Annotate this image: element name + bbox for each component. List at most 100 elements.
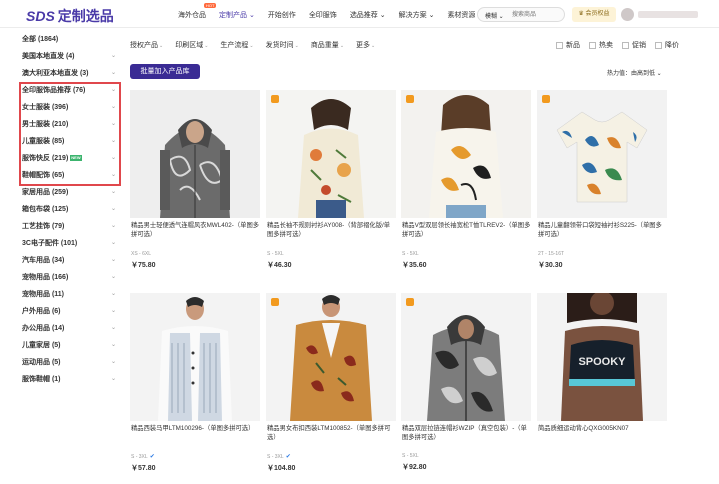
quick-checks: 新品 热卖 促销 降价 bbox=[556, 40, 688, 50]
product-price: ￥75.80 bbox=[131, 262, 156, 269]
sidebar-item-outdoor[interactable]: 户外用品 (6) ⌄ bbox=[22, 303, 122, 320]
product-price: ￥35.60 bbox=[402, 262, 427, 269]
sidebar-item-bags[interactable]: 箱包布袋 (125) ⌄ bbox=[22, 201, 122, 218]
checkbox[interactable] bbox=[655, 41, 662, 49]
product-card[interactable]: 精品V型双层领长袖宽松T恤TLREV2-（单图多拼可选） S - 5XL ￥35… bbox=[401, 90, 531, 270]
chevron-down-icon: ⌄ bbox=[249, 43, 254, 49]
product-sizes: 2T - 15-16T bbox=[538, 251, 565, 257]
sidebar-item-home[interactable]: 家居用品 (259) ⌄ bbox=[22, 184, 122, 201]
sidebar-item-sports[interactable]: 运动用品 (5) ⌄ bbox=[22, 354, 122, 371]
crown-icon: ♛ bbox=[578, 11, 584, 17]
sidebar-item-pet-2[interactable]: 宠物用品 (11) ⌄ bbox=[22, 286, 122, 303]
chevron-down-icon: ⌄ bbox=[159, 43, 164, 49]
annotation-highlight-box bbox=[19, 82, 121, 186]
product-image[interactable] bbox=[130, 90, 260, 218]
product-title[interactable]: 精品儿童翻领带口袋短袖衬衫S225-（单图多拼可选） bbox=[537, 221, 667, 239]
sponsored-badge-icon bbox=[406, 95, 414, 103]
filter-more[interactable]: 更多⌄ bbox=[356, 40, 375, 50]
check-hot[interactable]: 热卖 bbox=[589, 40, 613, 50]
product-image[interactable] bbox=[401, 293, 531, 421]
product-title[interactable]: 精品V型双层领长袖宽松T恤TLREV2-（单图多拼可选） bbox=[401, 221, 531, 239]
sidebar-item-us-local[interactable]: 美国本地直发 (4) ⌄ bbox=[22, 48, 122, 65]
top-nav: 海外仓品 HOT 定制产品 ⌄ 开始创作 全印服饰 选品推荐 ⌄ 解决方案 ⌄ … bbox=[178, 3, 496, 20]
product-card[interactable]: 精品双层拉链连帽衫WZIP（真空包装）-（单图多拼可选） S - 5XL ￥92… bbox=[401, 293, 531, 472]
product-title[interactable]: 精品长袖不规则衬衫AY008-（背部褶化版/单图多拼可选） bbox=[266, 221, 396, 239]
product-card[interactable]: 精品男女布扣西装LTM100852-（单图多拼可选） S - 3XL ✔ ￥104… bbox=[266, 293, 396, 473]
chevron-down-icon: ⌄ bbox=[110, 291, 116, 297]
sidebar-item-auto[interactable]: 汽车用品 (34) ⌄ bbox=[22, 252, 122, 269]
avatar[interactable] bbox=[621, 8, 634, 21]
chevron-down-icon: ⌄ bbox=[110, 257, 116, 263]
sponsored-badge-icon bbox=[271, 298, 279, 306]
product-title[interactable]: 精品西装马甲LTM100296-（单图多拼可选） bbox=[130, 424, 260, 442]
product-card[interactable]: 精品西装马甲LTM100296-（单图多拼可选） S - 3XL ✔ ￥57.80 bbox=[130, 293, 260, 473]
search-scope-select[interactable]: 模糊 ⌄ bbox=[485, 11, 504, 20]
filter-print-area[interactable]: 印刷区域⌄ bbox=[175, 40, 208, 50]
filter-weight[interactable]: 商品重量⌄ bbox=[311, 40, 344, 50]
sidebar-item-au-local[interactable]: 澳大利亚本地直发 (3) ⌄ bbox=[22, 65, 122, 82]
sidebar-item-office[interactable]: 办公用品 (14) ⌄ bbox=[22, 320, 122, 337]
search-input[interactable] bbox=[512, 10, 560, 20]
checkbox[interactable] bbox=[556, 41, 563, 49]
product-image[interactable] bbox=[401, 90, 531, 218]
sidebar-item-all[interactable]: 全部 (1864) bbox=[22, 31, 122, 48]
batch-add-button[interactable]: 批量加入产品库 bbox=[130, 64, 200, 79]
product-image[interactable] bbox=[266, 293, 396, 421]
check-promo[interactable]: 促销 bbox=[622, 40, 646, 50]
hot-badge: HOT bbox=[204, 3, 217, 8]
product-image[interactable] bbox=[130, 293, 260, 421]
product-image[interactable] bbox=[537, 90, 667, 218]
sidebar-item-apparel-footwear[interactable]: 服饰鞋帽 (1) ⌄ bbox=[22, 371, 122, 388]
nav-overseas-warehouse[interactable]: 海外仓品 HOT bbox=[178, 3, 217, 20]
sidebar-item-3c[interactable]: 3C电子配件 (101) ⌄ bbox=[22, 235, 122, 252]
member-benefits-button[interactable]: ♛ 会员权益 bbox=[572, 7, 616, 22]
filter-production[interactable]: 生产流程⌄ bbox=[220, 40, 253, 50]
product-title[interactable]: 精品男士轻便透气连帽风衣MWL402-（单图多拼可选） bbox=[130, 221, 260, 239]
checkbox[interactable] bbox=[589, 41, 596, 49]
chevron-down-icon: ⌄ bbox=[110, 325, 116, 331]
chevron-down-icon: ⌄ bbox=[294, 43, 299, 49]
sidebar-item-crafts[interactable]: 工艺挂饰 (79) ⌄ bbox=[22, 218, 122, 235]
chevron-down-icon: ⌄ bbox=[110, 206, 116, 212]
filter-bar: 授权产品⌄ 印刷区域⌄ 生产流程⌄ 发货时间⌄ 商品重量⌄ 更多⌄ bbox=[130, 40, 387, 50]
product-price: ￥104.80 bbox=[267, 465, 296, 472]
product-sizes: S - 5XL bbox=[402, 453, 419, 459]
product-card[interactable]: 精品长袖不规则衬衫AY008-（背部褶化版/单图多拼可选） S - 5XL ￥4… bbox=[266, 90, 396, 270]
chevron-down-icon: ⌄ bbox=[110, 223, 116, 229]
product-card[interactable]: 精品男士轻便透气连帽风衣MWL402-（单图多拼可选） XS - 6XL ￥75… bbox=[130, 90, 260, 270]
product-sizes: S - 3XL ✔ bbox=[267, 454, 291, 460]
product-price: ￥92.80 bbox=[402, 464, 427, 471]
sponsored-badge-icon bbox=[271, 95, 279, 103]
nav-start-creating[interactable]: 开始创作 bbox=[268, 10, 296, 20]
product-title[interactable]: 精品双层拉链连帽衫WZIP（真空包装）-（单图多拼可选） bbox=[401, 424, 531, 442]
chevron-down-icon: ⌄ bbox=[110, 359, 116, 365]
nav-solutions[interactable]: 解决方案 ⌄ bbox=[399, 10, 435, 20]
sidebar-item-pet[interactable]: 宠物用品 (166) ⌄ bbox=[22, 269, 122, 286]
check-price-drop[interactable]: 降价 bbox=[655, 40, 679, 50]
search-bar: 模糊 ⌄ bbox=[477, 7, 565, 22]
chevron-down-icon: ⌄ bbox=[110, 308, 116, 314]
chevron-down-icon: ⌄ bbox=[371, 43, 376, 49]
nav-all-print-apparel[interactable]: 全印服饰 bbox=[309, 10, 337, 20]
product-card[interactable]: 精品儿童翻领带口袋短袖衬衫S225-（单图多拼可选） 2T - 15-16T ￥… bbox=[537, 90, 667, 270]
product-image-hooded-jacket bbox=[130, 90, 260, 218]
product-sizes: S - 5XL bbox=[402, 251, 419, 257]
filter-authorized[interactable]: 授权产品⌄ bbox=[130, 40, 163, 50]
product-image[interactable] bbox=[266, 90, 396, 218]
filter-ship-time[interactable]: 发货时间⌄ bbox=[266, 40, 299, 50]
site-logo[interactable]: SDS 定制选品 bbox=[26, 6, 114, 26]
sidebar-item-kids-home[interactable]: 儿童家居 (5) ⌄ bbox=[22, 337, 122, 354]
nav-recommendations[interactable]: 选品推荐 ⌄ bbox=[350, 10, 386, 20]
product-sizes: S - 3XL ✔ bbox=[131, 454, 155, 460]
product-card[interactable]: SPOOKY 简品质细运动背心QXG005KN07 bbox=[537, 293, 667, 442]
username-blurred[interactable] bbox=[638, 11, 698, 18]
product-title[interactable]: 精品男女布扣西装LTM100852-（单图多拼可选） bbox=[266, 424, 396, 442]
product-image[interactable]: SPOOKY bbox=[537, 293, 667, 421]
check-new[interactable]: 新品 bbox=[556, 40, 580, 50]
nav-custom-products[interactable]: 定制产品 ⌄ bbox=[219, 10, 255, 20]
product-title[interactable]: 简品质细运动背心QXG005KN07 bbox=[537, 424, 667, 442]
product-sizes: S - 5XL bbox=[267, 251, 284, 257]
top-header: SDS 定制选品 海外仓品 HOT 定制产品 ⌄ 开始创作 全印服饰 选品推荐 ⌄… bbox=[0, 0, 719, 28]
sort-select[interactable]: 热力值：由高到低 ⌄ bbox=[607, 68, 662, 77]
checkbox[interactable] bbox=[622, 41, 629, 49]
